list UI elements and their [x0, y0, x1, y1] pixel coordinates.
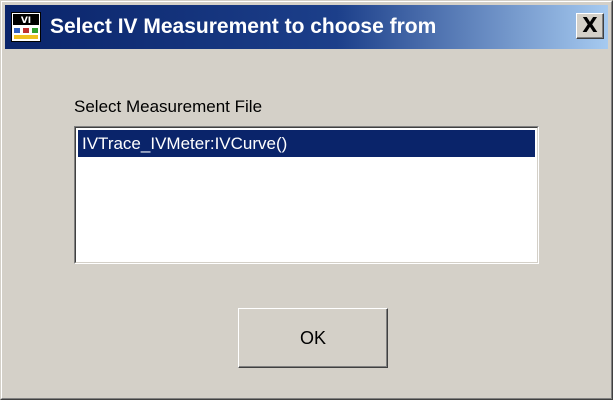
- measurement-file-listbox[interactable]: IVTrace_IVMeter:IVCurve(): [74, 126, 539, 264]
- close-button[interactable]: X: [576, 13, 604, 39]
- close-icon: X: [582, 13, 598, 37]
- vi-app-icon: VI: [11, 12, 41, 42]
- list-item[interactable]: IVTrace_IVMeter:IVCurve(): [78, 130, 535, 157]
- window-title: Select IV Measurement to choose from: [50, 15, 437, 38]
- list-label: Select Measurement File: [74, 97, 263, 116]
- listbox-inner: IVTrace_IVMeter:IVCurve(): [75, 127, 538, 263]
- dialog-window: VI Select IV Measurement to choose from …: [0, 0, 613, 400]
- ok-button[interactable]: OK: [238, 308, 388, 368]
- dialog-frame: VI Select IV Measurement to choose from …: [1, 1, 612, 399]
- title-bar[interactable]: VI Select IV Measurement to choose from …: [5, 5, 608, 49]
- svg-text:VI: VI: [21, 16, 31, 26]
